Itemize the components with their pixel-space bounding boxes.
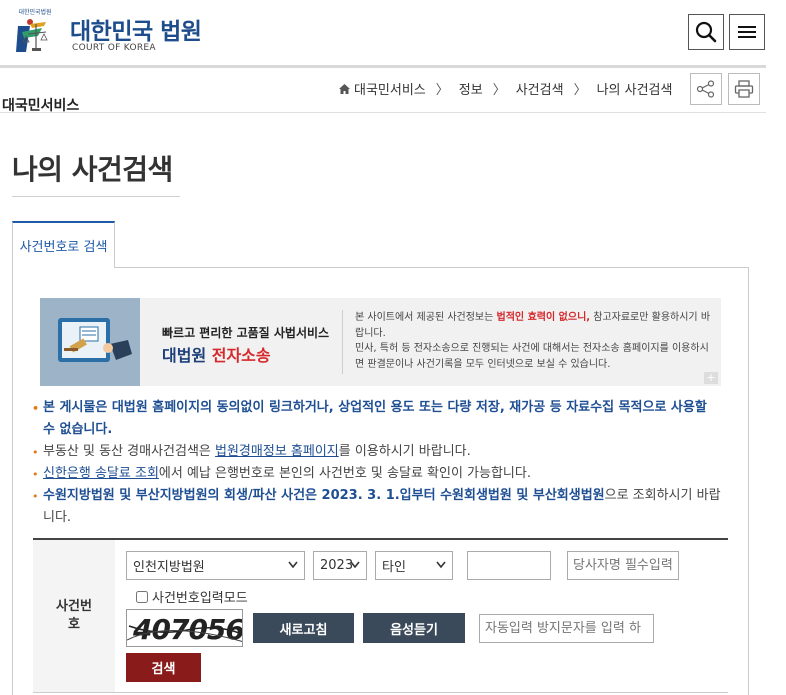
chevron-right-icon: 〉: [573, 83, 587, 98]
banner-text1-highlight: 법적인 효력이 없으니,: [496, 312, 591, 323]
banner-line-2: 민사, 특허 등 전자소송으로 진행되는 사건에 대해서는 전자소송 홈페이지를…: [355, 343, 709, 370]
logo-title[interactable]: 대한민국 법원: [70, 12, 202, 46]
case-type-select[interactable]: 타인: [375, 551, 453, 580]
share-icon: [696, 80, 715, 98]
notice-text: 를 이용하시기 바랍니다.: [338, 444, 471, 459]
checkbox-label: 사건번호입력모드: [152, 591, 248, 606]
banner-title-part2: 전자소송: [211, 346, 271, 365]
search-submit-button[interactable]: 검색: [126, 653, 201, 682]
chevron-down-icon: [436, 561, 446, 569]
notice-text: 에서 예납 은행번호로 본인의 사건번호 및 송달료 확인이 가능합니다.: [158, 466, 531, 481]
chevron-down-icon: [288, 561, 298, 569]
audio-captcha-button[interactable]: 음성듣기: [363, 613, 465, 643]
banner-title: 대법원 전자소송: [162, 342, 271, 366]
notice-bold-text: 수원지방법원 및 부산지방법원의 회생/파산 사건은 2023. 3. 1.입부…: [43, 488, 605, 503]
e-litigation-banner[interactable]: 빠르고 편리한 고품질 사법서비스 대법원 전자소송 본 사이트에서 제공된 사…: [40, 298, 721, 386]
logo-subtitle: COURT OF KOREA: [72, 43, 156, 53]
tab-panel-border: [748, 267, 749, 695]
banner-more-icon[interactable]: +: [704, 372, 718, 384]
court-select-value: 인천지방법원: [133, 560, 205, 575]
banner-line-1: 본 사이트에서 제공된 사건정보는 법적인 효력이 없으니, 참고자료로만 활용…: [355, 310, 715, 341]
breadcrumb-item[interactable]: 사건검색: [516, 79, 564, 98]
notice-text: 부동산 및 동산 경매사건검색은: [43, 444, 216, 459]
breadcrumb-item[interactable]: 정보: [459, 79, 483, 98]
chevron-right-icon: 〉: [492, 83, 506, 98]
captcha-image: 407056: [126, 609, 243, 647]
notice-item: 수원지방법원 및 부산지방법원의 회생/파산 사건은 2023. 3. 1.입부…: [32, 485, 722, 529]
banner-subtitle: 빠르고 편리한 고품질 사법서비스: [162, 326, 330, 340]
share-button[interactable]: [690, 73, 722, 105]
print-icon: [734, 80, 754, 98]
court-select[interactable]: 인천지방법원: [126, 551, 305, 580]
case-number-input[interactable]: [467, 551, 551, 580]
title-underline: [12, 196, 180, 197]
banner-text1-part1: 본 사이트에서 제공된 사건정보는: [355, 312, 497, 323]
year-select[interactable]: 2023: [313, 551, 367, 580]
notice-item: 신한은행 송달료 조회에서 예납 은행번호로 본인의 사건번호 및 송달료 확인…: [32, 463, 722, 485]
notice-list: 본 게시물은 대법원 홈페이지의 동의없이 링크하거나, 상업적인 용도 또는 …: [32, 397, 722, 529]
court-auction-link[interactable]: 법원경매정보 홈페이지: [215, 444, 339, 459]
case-number-input-mode-checkbox[interactable]: 사건번호입력모드: [136, 587, 248, 606]
court-emblem-logo[interactable]: 대한민국법원: [8, 6, 62, 58]
page-title: 나의 사건검색: [12, 153, 173, 186]
banner-description: 본 사이트에서 제공된 사건정보는 법적인 효력이 없으니, 참고자료로만 활용…: [355, 310, 715, 372]
party-name-input[interactable]: [567, 551, 679, 580]
menu-button[interactable]: [729, 14, 765, 50]
form-bottom-border: [33, 692, 728, 693]
banner-divider: [342, 310, 343, 374]
breadcrumb: 대국민서비스 〉 정보 〉 사건검색 〉 나의 사건검색: [339, 79, 672, 98]
chevron-down-icon: [350, 561, 360, 569]
form-top-border: [33, 538, 728, 540]
notice-item: 본 게시물은 대법원 홈페이지의 동의없이 링크하거나, 상업적인 용도 또는 …: [32, 397, 722, 441]
print-button[interactable]: [728, 73, 760, 105]
logo-emblem-text: 대한민국법원: [18, 8, 51, 16]
hamburger-menu-icon: [738, 26, 756, 38]
breadcrumb-item[interactable]: 대국민서비스: [354, 79, 426, 98]
breadcrumb-current: 나의 사건검색: [596, 83, 673, 98]
shinhan-fee-link[interactable]: 신한은행 송달료 조회: [43, 466, 159, 481]
notice-item: 부동산 및 동산 경매사건검색은 법원경매정보 홈페이지를 이용하시기 바랍니다…: [32, 441, 722, 463]
search-icon: [695, 21, 717, 43]
case-type-select-value: 타인: [382, 560, 406, 575]
search-button[interactable]: [688, 14, 724, 50]
tab-panel-border: [114, 267, 749, 268]
site-header: 대한민국법원 대한민국 법원 COURT OF KOREA: [0, 0, 786, 66]
banner-title-part1: 대법원: [162, 346, 212, 365]
chevron-right-icon: 〉: [435, 83, 449, 98]
home-icon[interactable]: [339, 83, 350, 94]
tab-panel-border: [12, 267, 13, 695]
case-number-label: 사건번호: [33, 540, 115, 692]
tab-case-number-search[interactable]: 사건번호로 검색: [12, 221, 115, 268]
refresh-captcha-button[interactable]: 새로고침: [253, 613, 354, 643]
captcha-input[interactable]: [479, 614, 654, 643]
gavel-illustration: [40, 298, 140, 386]
header-divider: [0, 65, 766, 68]
checkbox[interactable]: [136, 590, 148, 603]
year-select-value: 2023: [320, 558, 354, 573]
subheader-divider: [0, 112, 766, 113]
